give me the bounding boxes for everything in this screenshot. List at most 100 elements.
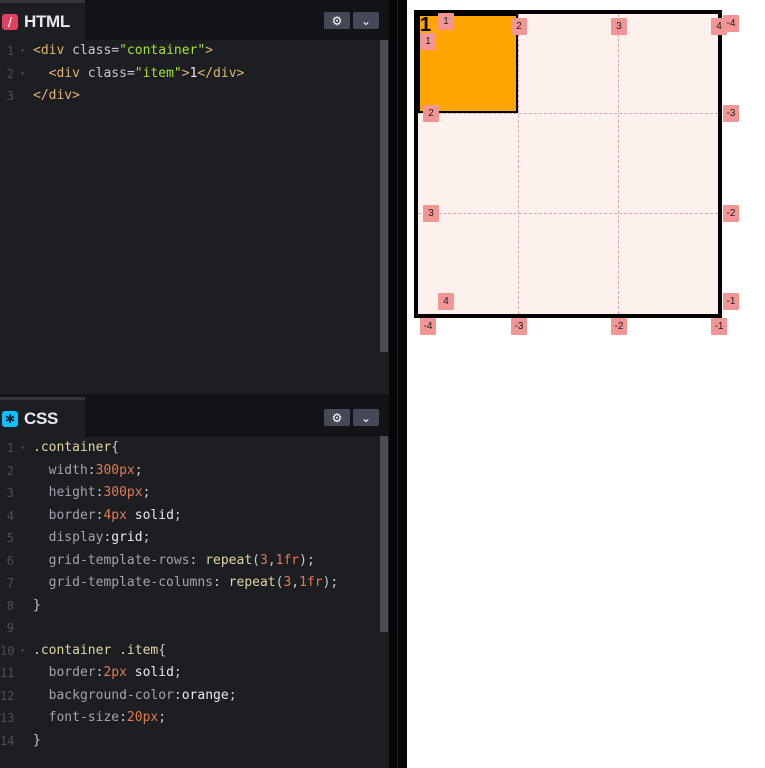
- code-line[interactable]: 13 font-size:20px;: [0, 707, 389, 730]
- code-token: >: [205, 43, 214, 58]
- code-line[interactable]: 2 ▾ <div class="item">1</div>: [0, 63, 389, 86]
- code-token: :: [87, 462, 96, 478]
- html-collapse-button[interactable]: ⌄: [353, 12, 379, 29]
- code-token: class: [87, 65, 127, 81]
- code-token: orange: [181, 687, 229, 703]
- grid-line-row-3: [418, 213, 718, 214]
- code-token: .container: [33, 440, 112, 455]
- code-token: <div: [33, 43, 73, 58]
- code-token: =: [126, 65, 135, 81]
- css-code-area[interactable]: 1 ▾ .container{2 width:300px; 3 height:300p…: [0, 437, 389, 768]
- grid-line-badge-row-line-neg3-right: -3: [723, 105, 739, 122]
- code-token: );: [299, 552, 315, 568]
- css-collapse-button[interactable]: ⌄: [353, 409, 379, 426]
- css-settings-button[interactable]: ⚙: [324, 409, 350, 426]
- code-token: ;: [228, 687, 237, 703]
- css-tab[interactable]: ✱ CSS: [0, 397, 85, 437]
- code-token: :: [189, 552, 206, 568]
- html-scrollbar[interactable]: [380, 40, 388, 352]
- fold-arrow-icon[interactable]: ▾: [20, 63, 25, 86]
- html-tab-label: HTML: [24, 11, 71, 31]
- code-text: <div class="container">: [33, 40, 213, 63]
- resize-divider[interactable]: [389, 0, 407, 768]
- code-text: </div>: [33, 85, 80, 108]
- code-token: );: [322, 575, 339, 590]
- code-line[interactable]: 14}: [0, 730, 389, 753]
- code-token: 4px: [103, 507, 127, 523]
- grid-line-badge-col-line-neg2-bottom: -2: [611, 318, 627, 335]
- css-scrollbar[interactable]: [380, 436, 388, 632]
- code-line[interactable]: 8}: [0, 595, 389, 618]
- fold-arrow-icon[interactable]: ▾: [20, 40, 25, 63]
- code-line[interactable]: 10 ▾ .container .item{: [0, 640, 389, 663]
- code-line[interactable]: 5 display:grid;: [0, 527, 389, 550]
- code-token: ;: [142, 485, 151, 500]
- code-line[interactable]: 4 border:4px solid;: [0, 505, 389, 528]
- code-text: grid-template-columns: repeat(3,1fr);: [33, 572, 339, 595]
- grid-line-badge-row-line-3-left: 3: [423, 205, 439, 222]
- code-token: 2px: [103, 665, 127, 680]
- line-number: 13: [0, 711, 15, 725]
- code-line[interactable]: 3 height:300px;: [0, 482, 389, 505]
- grid-line-badge-row-line-2-left: 2: [423, 105, 439, 122]
- code-token: :: [173, 687, 182, 703]
- code-line[interactable]: 1 ▾ .container{: [0, 437, 389, 460]
- fold-arrow-icon[interactable]: ▾: [20, 640, 25, 663]
- code-text: border:4px solid;: [33, 505, 182, 528]
- code-token: ;: [173, 665, 182, 680]
- code-line[interactable]: 9: [0, 617, 389, 640]
- code-text: font-size:20px;: [33, 707, 166, 730]
- fold-arrow-icon[interactable]: ▾: [20, 437, 25, 460]
- code-text: border:2px solid;: [33, 662, 182, 685]
- code-token: 300px: [95, 462, 135, 478]
- code-token: ;: [158, 710, 167, 725]
- grid-line-badge-col-line-neg4-right: -4: [723, 15, 739, 32]
- line-number: 7: [6, 576, 14, 590]
- grid-line-badge-col-line-neg4-bottom: -4: [420, 318, 436, 335]
- css-panel-header: ✱ CSS ⚙ ⌄: [0, 397, 389, 437]
- code-text: }: [33, 595, 41, 618]
- grid-line-badge-col-line-1-top: 1: [438, 13, 454, 30]
- code-line[interactable]: 1 ▾ <div class="container">: [0, 40, 389, 63]
- html-code-area[interactable]: 1 ▾ <div class="container"> 2 ▾ <div class="…: [0, 40, 389, 394]
- grid-line-badge-col-line-3-top: 3: [611, 18, 627, 35]
- editor-column: / HTML ⚙ ⌄ 1 ▾ <div class="container"> 2 ▾ <…: [0, 0, 389, 768]
- code-text: .container{: [33, 437, 119, 460]
- code-token: solid: [126, 665, 174, 680]
- grid-line-row-2: [418, 113, 718, 114]
- code-token: ;: [142, 530, 151, 545]
- code-line[interactable]: 2 width:300px;: [0, 460, 389, 483]
- code-line[interactable]: 6 grid-template-rows: repeat(3,1fr);: [0, 550, 389, 573]
- grid-line-badge-row-line-1-left: 1: [420, 33, 436, 50]
- code-token: :: [213, 575, 229, 590]
- code-line[interactable]: 3 </div>: [0, 85, 389, 108]
- html-settings-button[interactable]: ⚙: [324, 12, 350, 29]
- gear-icon: ⚙: [331, 410, 343, 425]
- code-line[interactable]: 11 border:2px solid;: [0, 662, 389, 685]
- html-tab[interactable]: / HTML: [0, 0, 85, 40]
- code-text: <div class="item">1</div>: [33, 63, 245, 86]
- grid-line-badge-col-line-neg3-bottom: -3: [511, 318, 527, 335]
- code-token: 300px: [103, 485, 143, 500]
- html-panel-header: / HTML ⚙ ⌄: [0, 0, 389, 40]
- code-text: display:grid;: [33, 527, 151, 550]
- line-number: 10: [0, 643, 15, 658]
- line-number: 2: [6, 463, 14, 478]
- code-line[interactable]: 12 background-color:orange;: [0, 685, 389, 708]
- line-number: 3: [6, 89, 14, 103]
- code-text: grid-template-rows: repeat(3,1fr);: [33, 550, 315, 573]
- code-token: 3: [260, 552, 268, 568]
- grid-line-badge-col-line-neg1-bottom: -1: [711, 318, 727, 335]
- code-token: repeat: [228, 575, 276, 590]
- code-token: border: [33, 507, 96, 523]
- code-token: </div>: [33, 88, 80, 103]
- html-editor-panel: / HTML ⚙ ⌄ 1 ▾ <div class="container"> 2 ▾ <…: [0, 0, 389, 394]
- code-token: border: [33, 665, 96, 680]
- gear-icon: ⚙: [331, 13, 343, 28]
- code-token: </div>: [197, 65, 245, 81]
- code-line[interactable]: 7 grid-template-columns: repeat(3,1fr);: [0, 572, 389, 595]
- line-number: 5: [6, 531, 14, 545]
- code-token: 1fr: [275, 552, 300, 568]
- code-token: =: [111, 43, 120, 58]
- code-token: >: [181, 65, 190, 81]
